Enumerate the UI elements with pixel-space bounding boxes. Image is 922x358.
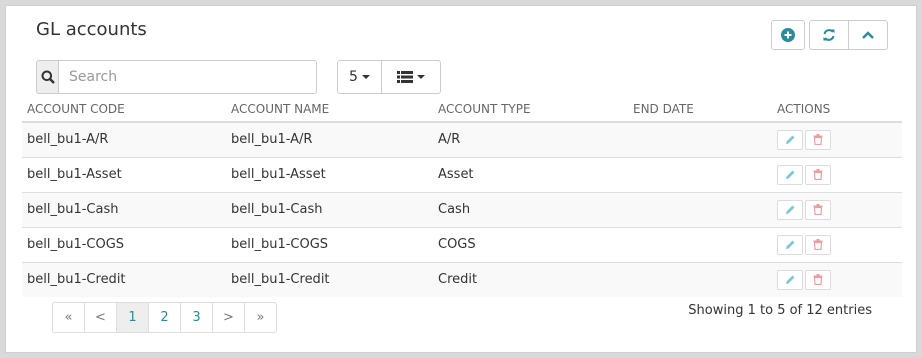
next-page-button[interactable]: > xyxy=(212,302,245,333)
cell-end-date xyxy=(628,122,772,158)
cell-end-date xyxy=(628,262,772,297)
trash-icon xyxy=(813,168,823,180)
cell-account-type: Credit xyxy=(433,262,628,297)
cell-account-name: bell_bu1-Credit xyxy=(226,262,433,297)
delete-button[interactable] xyxy=(805,199,831,220)
table-row: bell_bu1-COGS bell_bu1-COGS COGS xyxy=(22,227,902,263)
cell-actions xyxy=(772,122,902,158)
cell-account-name: bell_bu1-Cash xyxy=(226,192,433,228)
column-header-account-name[interactable]: ACCOUNT NAME xyxy=(226,96,433,123)
gl-accounts-panel: GL accounts Search 5 ACCOUNT CODE ACCOUN… xyxy=(5,5,917,353)
panel-title: GL accounts xyxy=(36,19,147,40)
search-input[interactable] xyxy=(59,60,317,94)
column-header-actions: ACTIONS xyxy=(772,96,902,123)
cell-account-name: bell_bu1-Asset xyxy=(226,157,433,193)
cell-actions xyxy=(772,192,902,228)
trash-icon xyxy=(813,238,823,250)
table-row: bell_bu1-Asset bell_bu1-Asset Asset xyxy=(22,157,902,193)
cell-account-code: bell_bu1-COGS xyxy=(22,227,226,263)
delete-button[interactable] xyxy=(805,269,831,290)
table-tools: 5 xyxy=(337,60,441,94)
cell-account-code: bell_bu1-Asset xyxy=(22,157,226,193)
cell-account-name: bell_bu1-A/R xyxy=(226,122,433,158)
caret-down-icon xyxy=(417,75,425,79)
pencil-icon xyxy=(785,170,794,179)
delete-button[interactable] xyxy=(805,129,831,150)
table-row: bell_bu1-A/R bell_bu1-A/R A/R xyxy=(22,122,902,158)
edit-button[interactable] xyxy=(777,269,803,290)
page-button-3[interactable]: 3 xyxy=(180,302,213,333)
cell-actions xyxy=(772,157,902,193)
refresh-icon xyxy=(823,29,835,41)
edit-button[interactable] xyxy=(777,199,803,220)
cell-account-type: COGS xyxy=(433,227,628,263)
plus-circle-icon xyxy=(781,28,795,42)
page-size-dropdown[interactable]: 5 xyxy=(337,60,382,94)
search-group xyxy=(36,60,317,94)
cell-account-type: Cash xyxy=(433,192,628,228)
entries-summary: Showing 1 to 5 of 12 entries xyxy=(688,303,872,318)
table-row: bell_bu1-Credit bell_bu1-Credit Credit xyxy=(22,262,902,297)
header-buttons xyxy=(771,20,888,50)
trash-icon xyxy=(813,273,823,285)
last-page-button[interactable]: » xyxy=(244,302,277,333)
first-page-button[interactable]: « xyxy=(52,302,85,333)
prev-page-button[interactable]: < xyxy=(84,302,117,333)
cell-end-date xyxy=(628,157,772,193)
pagination: « < 1 2 3 > » xyxy=(52,302,277,333)
trash-icon xyxy=(813,203,823,215)
cell-account-code: bell_bu1-Credit xyxy=(22,262,226,297)
cell-end-date xyxy=(628,192,772,228)
cell-account-name: bell_bu1-COGS xyxy=(226,227,433,263)
pencil-icon xyxy=(785,135,794,144)
pencil-icon xyxy=(785,240,794,249)
cell-account-code: bell_bu1-Cash xyxy=(22,192,226,228)
columns-dropdown[interactable] xyxy=(381,60,441,94)
column-header-account-type[interactable]: ACCOUNT TYPE xyxy=(433,96,628,123)
cell-end-date xyxy=(628,227,772,263)
search-addon xyxy=(36,60,59,94)
edit-button[interactable] xyxy=(777,164,803,185)
trash-icon xyxy=(813,133,823,145)
table-row: bell_bu1-Cash bell_bu1-Cash Cash xyxy=(22,192,902,228)
table-header-row: ACCOUNT CODE ACCOUNT NAME ACCOUNT TYPE E… xyxy=(22,96,902,123)
cell-actions xyxy=(772,227,902,263)
cell-actions xyxy=(772,262,902,297)
column-header-end-date[interactable]: END DATE xyxy=(628,96,772,123)
add-button[interactable] xyxy=(771,20,805,50)
cell-account-code: bell_bu1-A/R xyxy=(22,122,226,158)
column-header-account-code[interactable]: ACCOUNT CODE xyxy=(22,96,226,123)
edit-button[interactable] xyxy=(777,234,803,255)
page-button-2[interactable]: 2 xyxy=(148,302,181,333)
chevron-up-icon xyxy=(862,31,874,39)
pencil-icon xyxy=(785,275,794,284)
refresh-button[interactable] xyxy=(809,20,849,50)
delete-button[interactable] xyxy=(805,164,831,185)
page-size-value: 5 xyxy=(349,69,358,85)
search-icon xyxy=(41,70,55,84)
table-body: bell_bu1-A/R bell_bu1-A/R A/R bell_bu1-A… xyxy=(22,122,902,297)
cell-account-type: A/R xyxy=(433,122,628,158)
caret-down-icon xyxy=(361,75,370,79)
edit-button[interactable] xyxy=(777,129,803,150)
delete-button[interactable] xyxy=(805,234,831,255)
gl-accounts-table: ACCOUNT CODE ACCOUNT NAME ACCOUNT TYPE E… xyxy=(22,96,902,297)
cell-account-type: Asset xyxy=(433,157,628,193)
collapse-button[interactable] xyxy=(848,20,888,50)
list-icon xyxy=(397,71,413,83)
page-button-1[interactable]: 1 xyxy=(116,302,149,333)
pencil-icon xyxy=(785,205,794,214)
